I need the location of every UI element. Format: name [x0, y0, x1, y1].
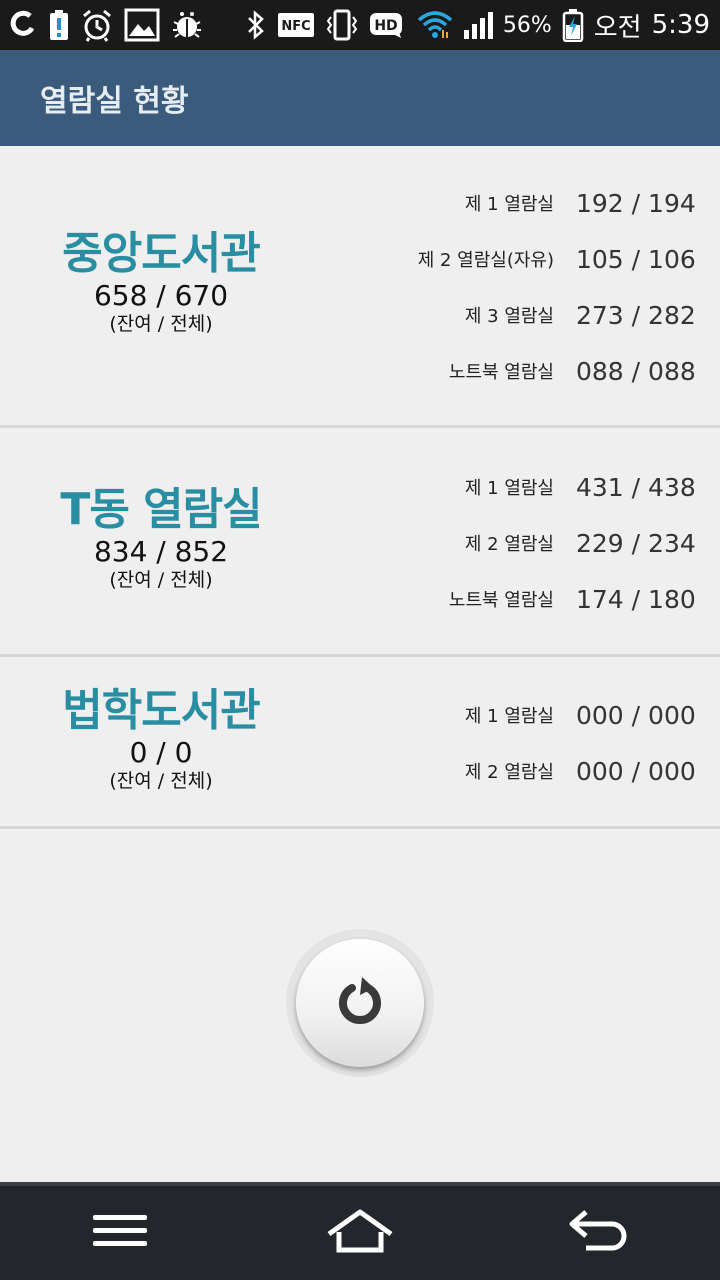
signal-icon	[463, 10, 493, 40]
menu-icon	[91, 1213, 149, 1253]
alarm-icon	[80, 8, 114, 42]
library-list: 중앙도서관 658 / 670 (잔여 / 전체) 제 1 열람실 192 / …	[0, 146, 720, 1182]
battery-icon	[562, 8, 584, 42]
refresh-button-ring	[286, 929, 434, 1077]
library-name: 법학도서관	[62, 685, 260, 736]
library-card-central: 중앙도서관 658 / 670 (잔여 / 전체) 제 1 열람실 192 / …	[0, 146, 720, 428]
room-value: 088 / 088	[576, 356, 696, 386]
app-bar: 열람실 현황	[0, 50, 720, 146]
room-value: 000 / 000	[576, 756, 696, 786]
room-row: 제 2 열람실(자유) 105 / 106	[417, 231, 696, 287]
room-label: 제 1 열람실	[464, 478, 554, 499]
room-row: 제 1 열람실 000 / 000	[464, 687, 696, 743]
room-row: 제 2 열람실 000 / 000	[464, 743, 696, 799]
room-row: 노트북 열람실 088 / 088	[448, 343, 696, 399]
room-value: 000 / 000	[576, 700, 696, 730]
library-count: 0 / 0	[129, 736, 193, 769]
library-count-caption: (잔여 / 전체)	[109, 770, 213, 792]
room-label: 제 2 열람실	[464, 762, 554, 783]
room-label: 제 1 열람실	[464, 706, 554, 727]
library-name: 중앙도서관	[62, 228, 260, 279]
library-count-caption: (잔여 / 전체)	[109, 313, 213, 335]
room-label: 제 3 열람실	[464, 306, 554, 327]
library-summary: 법학도서관 0 / 0 (잔여 / 전체)	[0, 685, 322, 793]
nfc-label: NFC	[281, 19, 310, 34]
time-period: 오전	[593, 12, 642, 43]
menu-button[interactable]	[60, 1193, 180, 1273]
refresh-icon	[330, 971, 390, 1035]
room-row: 제 1 열람실 192 / 194	[464, 175, 696, 231]
gallery-icon	[124, 8, 160, 42]
room-row: 제 2 열람실 229 / 234	[464, 515, 696, 571]
library-count-caption: (잔여 / 전체)	[109, 569, 213, 591]
room-value: 192 / 194	[576, 188, 696, 218]
room-value: 431 / 438	[576, 472, 696, 502]
battery-alert-icon	[48, 9, 70, 41]
hd-icon: HD	[369, 11, 407, 39]
bug-icon	[170, 10, 204, 40]
library-count: 658 / 670	[93, 279, 229, 312]
library-summary: 중앙도서관 658 / 670 (잔여 / 전체)	[0, 228, 322, 336]
system-nav-bar	[0, 1182, 720, 1280]
room-value: 105 / 106	[576, 244, 696, 274]
room-label: 노트북 열람실	[448, 362, 554, 383]
room-value: 273 / 282	[576, 300, 696, 330]
room-value: 229 / 234	[576, 528, 696, 558]
vibrate-icon	[325, 9, 359, 41]
o-app-icon	[10, 10, 38, 40]
library-card-t-building: T동 열람실 834 / 852 (잔여 / 전체) 제 1 열람실 431 /…	[0, 428, 720, 657]
room-row: 제 3 열람실 273 / 282	[464, 287, 696, 343]
status-bar: NFC HD 56% 오전 5:39	[0, 0, 720, 50]
refresh-button[interactable]	[296, 939, 424, 1067]
room-label: 제 2 열람실(자유)	[417, 250, 554, 271]
home-icon	[325, 1208, 395, 1258]
room-label: 제 1 열람실	[464, 194, 554, 215]
home-button[interactable]	[300, 1193, 420, 1273]
library-name: T동 열람실	[60, 484, 262, 535]
room-row: 노트북 열람실 174 / 180	[448, 571, 696, 627]
room-row: 제 1 열람실 431 / 438	[464, 459, 696, 515]
back-icon	[568, 1208, 632, 1258]
page-title: 열람실 현황	[40, 84, 189, 119]
library-summary: T동 열람실 834 / 852 (잔여 / 전체)	[0, 484, 322, 592]
clock-time: 5:39	[651, 10, 710, 40]
library-card-law: 법학도서관 0 / 0 (잔여 / 전체) 제 1 열람실 000 / 000 …	[0, 657, 720, 829]
nfc-icon: NFC	[277, 12, 315, 38]
bluetooth-icon	[245, 9, 267, 41]
status-left-icons	[10, 8, 204, 42]
battery-percent: 56%	[502, 12, 552, 38]
status-right-icons: NFC HD 56% 오전 5:39	[245, 7, 710, 44]
library-count: 834 / 852	[93, 535, 229, 568]
wifi-icon	[417, 10, 453, 40]
hd-label: HD	[374, 18, 397, 34]
room-label: 제 2 열람실	[464, 534, 554, 555]
room-label: 노트북 열람실	[448, 590, 554, 611]
back-button[interactable]	[540, 1193, 660, 1273]
room-value: 174 / 180	[576, 584, 696, 614]
